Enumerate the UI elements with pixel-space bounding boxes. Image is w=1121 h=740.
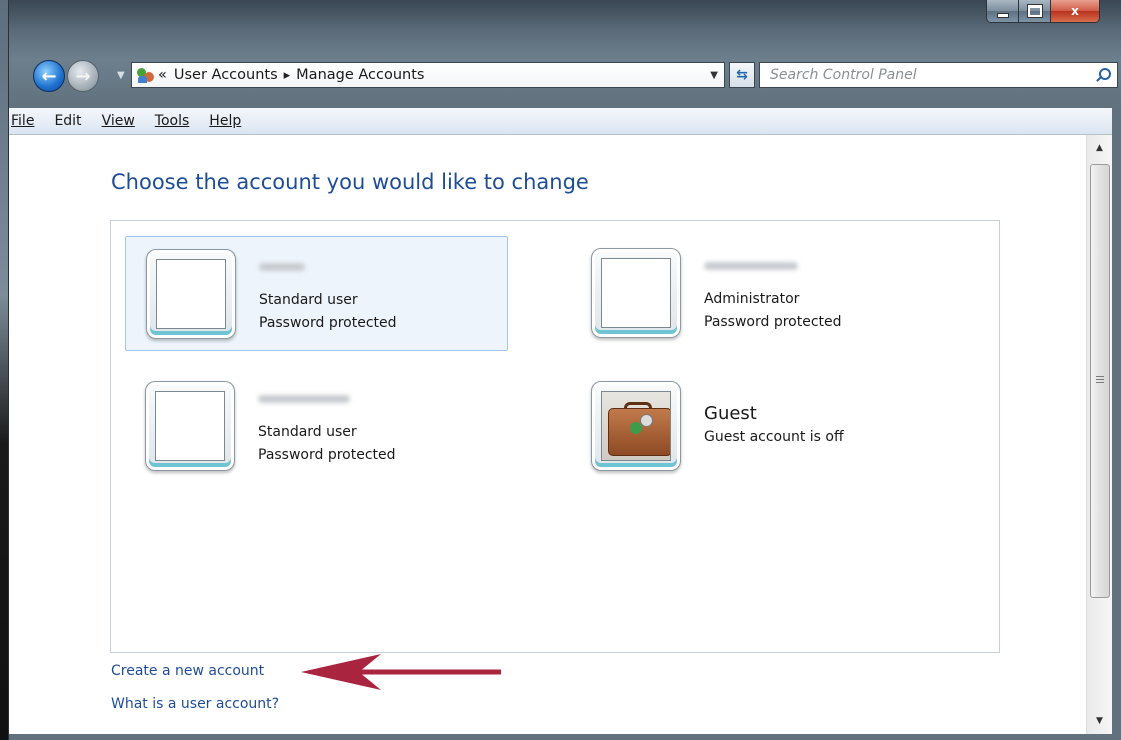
content-area: Choose the account you would like to cha… <box>9 135 1095 734</box>
what-is-user-account-link[interactable]: What is a user account? <box>111 696 279 712</box>
account-type: Standard user <box>258 424 357 440</box>
account-tile-2[interactable]: Administrator Password protected <box>571 236 954 351</box>
search-icon[interactable] <box>1095 67 1111 83</box>
address-dropdown-icon[interactable]: ▼ <box>710 70 718 81</box>
scroll-down-icon[interactable]: ▼ <box>1087 712 1112 730</box>
account-status: Password protected <box>258 447 396 463</box>
create-new-account-link[interactable]: Create a new account <box>111 663 264 679</box>
vertical-scrollbar[interactable]: ▲ ▼ <box>1086 135 1112 734</box>
search-input[interactable]: Search Control Panel <box>759 62 1118 88</box>
account-picture <box>156 259 226 329</box>
control-panel-window: x ← → ▼ « User Accounts ▸ Manage Account… <box>8 0 1121 740</box>
scroll-up-icon[interactable]: ▲ <box>1087 139 1112 157</box>
account-name-redacted <box>258 395 350 403</box>
user-accounts-icon <box>136 66 154 84</box>
account-picture-frame <box>145 381 235 471</box>
caption-buttons: x <box>986 0 1100 23</box>
menu-file[interactable]: File <box>9 113 44 129</box>
refresh-icon: ⇆ <box>736 67 748 83</box>
close-button[interactable]: x <box>1051 0 1099 22</box>
account-picture-frame <box>591 248 681 338</box>
breadcrumb-user-accounts[interactable]: User Accounts <box>174 67 278 83</box>
account-picture <box>155 391 225 461</box>
account-picture-frame <box>146 249 236 339</box>
menu-bar: File Edit View Tools Help <box>9 108 1121 135</box>
account-status: Password protected <box>259 315 397 331</box>
breadcrumb-overflow-icon[interactable]: « <box>158 67 167 83</box>
close-icon: x <box>1071 4 1079 18</box>
scroll-thumb[interactable] <box>1090 164 1110 598</box>
refresh-button[interactable]: ⇆ <box>729 62 755 88</box>
minimize-icon <box>996 12 1009 18</box>
forward-arrow-icon: → <box>75 65 91 87</box>
back-button[interactable]: ← <box>33 60 65 92</box>
account-picture <box>601 258 671 328</box>
account-name-redacted <box>704 262 798 270</box>
desktop-background-strip <box>0 0 8 740</box>
account-name: Guest <box>704 403 757 424</box>
guest-suitcase-icon <box>601 391 671 461</box>
recent-pages-dropdown[interactable]: ▼ <box>117 70 125 81</box>
window-right-border <box>1112 108 1121 740</box>
address-bar[interactable]: « User Accounts ▸ Manage Accounts ▼ <box>131 62 725 88</box>
menu-edit[interactable]: Edit <box>44 113 91 129</box>
page-title: Choose the account you would like to cha… <box>111 170 589 194</box>
navigation-row: ← → ▼ « User Accounts ▸ Manage Accounts … <box>9 56 1121 92</box>
account-type: Administrator <box>704 291 800 307</box>
window-bottom-border <box>9 734 1121 740</box>
menu-view[interactable]: View <box>92 113 145 129</box>
breadcrumb-manage-accounts[interactable]: Manage Accounts <box>296 67 424 83</box>
account-status: Password protected <box>704 314 842 330</box>
account-tile-1[interactable]: Standard user Password protected <box>125 236 508 351</box>
account-status: Guest account is off <box>704 429 844 445</box>
account-tile-guest[interactable]: Guest Guest account is off <box>571 369 954 484</box>
account-picture-frame <box>591 381 681 471</box>
breadcrumb-separator-icon[interactable]: ▸ <box>284 68 291 83</box>
menu-help[interactable]: Help <box>199 113 251 129</box>
title-bar[interactable]: x <box>9 0 1121 44</box>
account-name-redacted <box>259 263 305 271</box>
annotation-arrow-icon <box>301 654 501 690</box>
menu-tools[interactable]: Tools <box>145 113 200 129</box>
account-tile-3[interactable]: Standard user Password protected <box>125 369 508 484</box>
minimize-button[interactable] <box>987 0 1019 22</box>
maximize-button[interactable] <box>1019 0 1051 22</box>
maximize-icon <box>1027 5 1042 17</box>
back-arrow-icon: ← <box>41 65 57 87</box>
accounts-panel: Standard user Password protected Adminis… <box>110 220 1000 653</box>
forward-button[interactable]: → <box>67 60 99 92</box>
search-placeholder: Search Control Panel <box>770 67 917 83</box>
account-type: Standard user <box>259 292 358 308</box>
